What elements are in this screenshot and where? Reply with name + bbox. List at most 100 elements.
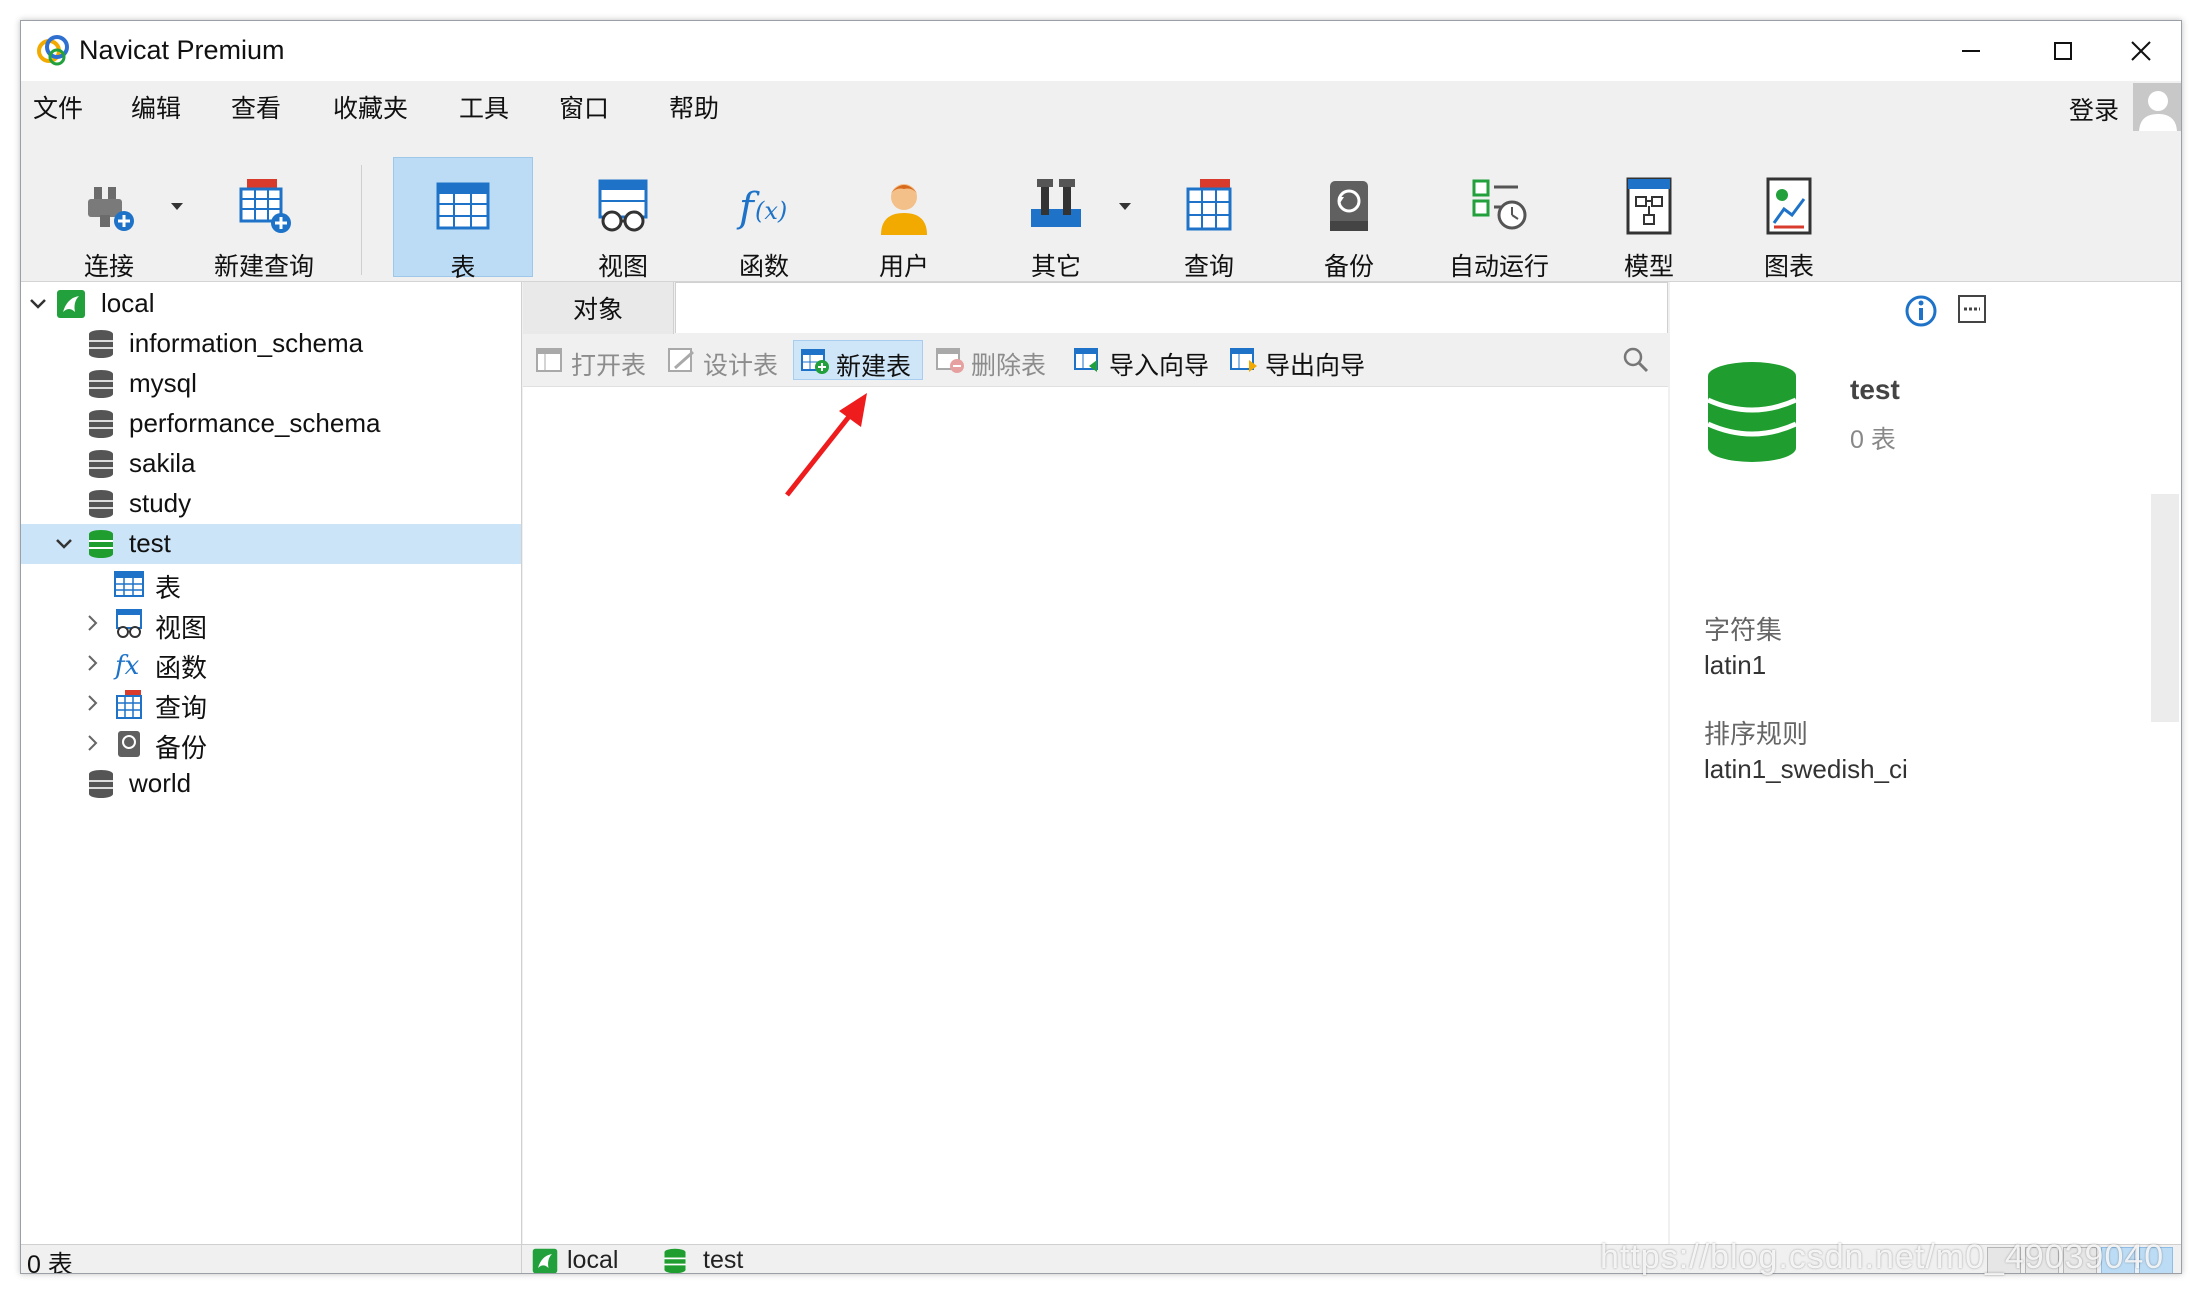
delete-table-button[interactable]: 删除表 xyxy=(929,340,1055,380)
svg-text:(x): (x) xyxy=(755,197,787,225)
toolbar-chart-button[interactable]: 图表 xyxy=(1719,157,1859,281)
login-link[interactable]: 登录 xyxy=(2069,91,2119,127)
database-large-icon xyxy=(1706,362,1798,462)
tree-db-performance-schema[interactable]: performance_schema xyxy=(21,404,521,444)
delete-table-label: 删除表 xyxy=(971,352,1047,380)
menu-help[interactable]: 帮助 xyxy=(669,89,719,125)
view-icon xyxy=(598,179,648,232)
toolbar-other-button[interactable]: 其它 xyxy=(986,157,1126,281)
info-icon[interactable] xyxy=(1904,294,1938,328)
chevron-right-icon[interactable] xyxy=(81,612,103,634)
model-icon xyxy=(1626,177,1672,235)
chevron-right-icon[interactable] xyxy=(81,692,103,714)
toolbar-separator xyxy=(361,165,362,275)
objects-panel: 对象 打开表 设计表 新建表 删除表 导入向导 导出向导 xyxy=(523,282,1668,1244)
view-icon xyxy=(116,609,142,638)
database-icon xyxy=(89,490,113,518)
tree-db-label: test xyxy=(129,528,171,558)
open-table-button[interactable]: 打开表 xyxy=(529,340,655,380)
tree-db-sakila[interactable]: sakila xyxy=(21,444,521,484)
tree-db-mysql[interactable]: mysql xyxy=(21,364,521,404)
delete-table-icon xyxy=(936,348,964,373)
chevron-right-icon[interactable] xyxy=(81,732,103,754)
tree-item-label: 查询 xyxy=(155,693,208,723)
menu-favorites[interactable]: 收藏夹 xyxy=(333,89,408,125)
query-icon xyxy=(1186,179,1232,231)
toolbar-backup-button[interactable]: 备份 xyxy=(1279,157,1419,281)
tree-item-views[interactable]: 视图 xyxy=(21,604,521,644)
main-toolbar: 连接 新建查询 表 视图 f (x) 函数 用户 其它 查询 备份 自动运行 模… xyxy=(21,131,2181,282)
tree-db-world[interactable]: world xyxy=(21,764,521,804)
tree-db-test[interactable]: test xyxy=(21,524,521,564)
export-wizard-button[interactable]: 导出向导 xyxy=(1223,340,1373,380)
backup-icon xyxy=(1330,181,1368,231)
new-table-icon xyxy=(801,349,829,374)
database-icon xyxy=(89,330,113,358)
close-button[interactable] xyxy=(2096,21,2181,81)
chevron-down-icon[interactable] xyxy=(27,292,49,314)
toolbar-new-query-label: 新建查询 xyxy=(213,253,314,281)
new-table-button[interactable]: 新建表 xyxy=(793,340,923,381)
tab-objects[interactable]: 对象 xyxy=(523,282,674,334)
menu-view[interactable]: 查看 xyxy=(231,89,281,125)
database-icon xyxy=(89,410,113,438)
menu-window[interactable]: 窗口 xyxy=(559,89,609,125)
toolbar-user-button[interactable]: 用户 xyxy=(834,157,974,281)
menu-edit[interactable]: 编辑 xyxy=(131,89,181,125)
tree-item-backups[interactable]: 备份 xyxy=(21,724,521,764)
tree-db-label: sakila xyxy=(129,448,196,478)
tree-db-label: study xyxy=(129,488,192,518)
toolbar-function-label: 函数 xyxy=(738,253,789,281)
info-scrollbar[interactable] xyxy=(2151,494,2179,722)
function-icon: fx xyxy=(113,651,140,680)
tree-item-label: 备份 xyxy=(155,733,208,763)
menu-tools[interactable]: 工具 xyxy=(459,89,509,125)
search-icon[interactable] xyxy=(1622,346,1650,374)
window-title: Navicat Premium xyxy=(79,35,285,65)
toolbar-view-button[interactable]: 视图 xyxy=(553,157,693,281)
tree-item-label: 表 xyxy=(155,573,182,603)
title-bar: Navicat Premium xyxy=(21,21,2181,81)
tree-db-study[interactable]: study xyxy=(21,484,521,524)
new-query-icon xyxy=(239,179,291,233)
database-icon xyxy=(89,770,113,798)
db-table-count: 0 表 xyxy=(1850,426,1896,454)
database-open-icon xyxy=(89,530,113,558)
tree-item-functions[interactable]: fx 函数 xyxy=(21,644,521,684)
tree-connection-local[interactable]: local xyxy=(21,284,521,324)
toolbar-query-button[interactable]: 查询 xyxy=(1139,157,1279,281)
status-table-count: 0 表 xyxy=(27,1251,73,1274)
maximize-button[interactable] xyxy=(2018,21,2108,81)
menu-file[interactable]: 文件 xyxy=(33,89,83,125)
design-table-button[interactable]: 设计表 xyxy=(661,340,787,380)
import-wizard-button[interactable]: 导入向导 xyxy=(1067,340,1217,380)
table-icon xyxy=(114,571,144,597)
toolbar-autorun-button[interactable]: 自动运行 xyxy=(1419,157,1579,281)
plug-icon xyxy=(88,187,134,231)
chevron-right-icon[interactable] xyxy=(81,652,103,674)
schedule-icon xyxy=(1472,179,1527,230)
open-table-label: 打开表 xyxy=(571,352,647,380)
export-wizard-icon xyxy=(1230,348,1257,372)
toolbar-new-query-button[interactable]: 新建查询 xyxy=(199,157,329,281)
query-icon xyxy=(116,690,142,719)
connect-dropdown-icon[interactable] xyxy=(171,203,183,210)
tree-db-information-schema[interactable]: information_schema xyxy=(21,324,521,364)
toolbar-function-button[interactable]: f (x) 函数 xyxy=(694,157,834,281)
tree-db-label: information_schema xyxy=(129,328,364,358)
toolbar-table-button[interactable]: 表 xyxy=(393,157,533,282)
database-icon xyxy=(89,370,113,398)
toolbar-view-label: 视图 xyxy=(597,253,648,281)
charset-value: latin1 xyxy=(1704,650,1767,680)
minimize-button[interactable] xyxy=(1926,21,2016,81)
toolbar-connect-button[interactable]: 连接 xyxy=(49,157,169,281)
navicat-logo-icon xyxy=(37,35,69,66)
avatar[interactable] xyxy=(2133,83,2181,133)
chevron-down-icon[interactable] xyxy=(53,532,75,554)
ddl-icon[interactable] xyxy=(1957,294,1987,324)
other-dropdown-icon[interactable] xyxy=(1119,203,1131,210)
tree-item-tables[interactable]: 表 xyxy=(21,564,521,604)
toolbar-model-button[interactable]: 模型 xyxy=(1579,157,1719,281)
tree-item-queries[interactable]: 查询 xyxy=(21,684,521,724)
tab-empty-area xyxy=(675,282,1668,333)
